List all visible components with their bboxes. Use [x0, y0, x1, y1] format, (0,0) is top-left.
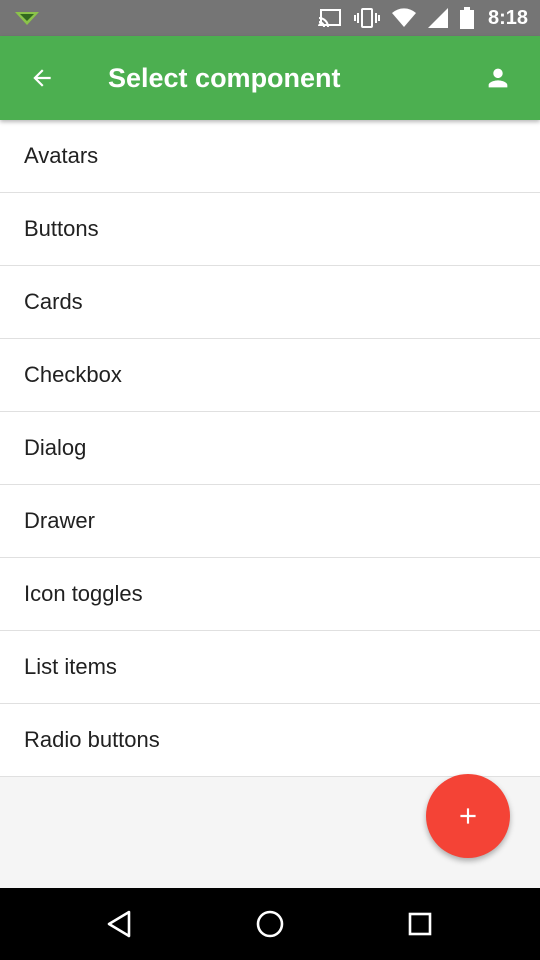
list-item-checkbox[interactable]: Checkbox [0, 339, 540, 412]
nav-back-button[interactable] [102, 906, 138, 942]
nav-home-button[interactable] [252, 906, 288, 942]
list-item-dialog[interactable]: Dialog [0, 412, 540, 485]
nav-home-icon [256, 910, 284, 938]
back-button[interactable] [22, 58, 62, 98]
component-list: Avatars Buttons Cards Checkbox Dialog Dr… [0, 120, 540, 777]
cast-icon [317, 8, 342, 28]
account-button[interactable] [478, 58, 518, 98]
app-bar: Select component [0, 36, 540, 120]
nav-recents-button[interactable] [402, 906, 438, 942]
person-icon [488, 68, 508, 88]
battery-icon [459, 7, 474, 29]
list-item-cards[interactable]: Cards [0, 266, 540, 339]
notification-icon [14, 10, 40, 31]
add-fab-button[interactable] [426, 774, 510, 858]
plus-icon [460, 808, 476, 824]
status-icons: 8:18 [317, 0, 528, 36]
list-item-list-items[interactable]: List items [0, 631, 540, 704]
list-item-avatars[interactable]: Avatars [0, 120, 540, 193]
clock: 8:18 [487, 6, 528, 29]
system-nav-bar [0, 888, 540, 960]
arrow-back-icon [33, 69, 51, 87]
nav-back-icon [107, 910, 131, 938]
page-title: Select component [108, 63, 341, 93]
status-bar: 8:18 [0, 0, 540, 36]
list-item-radio-buttons[interactable]: Radio buttons [0, 704, 540, 777]
wifi-icon [391, 8, 416, 28]
nav-recents-icon [408, 912, 432, 936]
signal-icon [427, 8, 448, 28]
list-item-icon-toggles[interactable]: Icon toggles [0, 558, 540, 631]
list-item-buttons[interactable]: Buttons [0, 193, 540, 266]
list-item-drawer[interactable]: Drawer [0, 485, 540, 558]
vibrate-icon [353, 7, 380, 29]
